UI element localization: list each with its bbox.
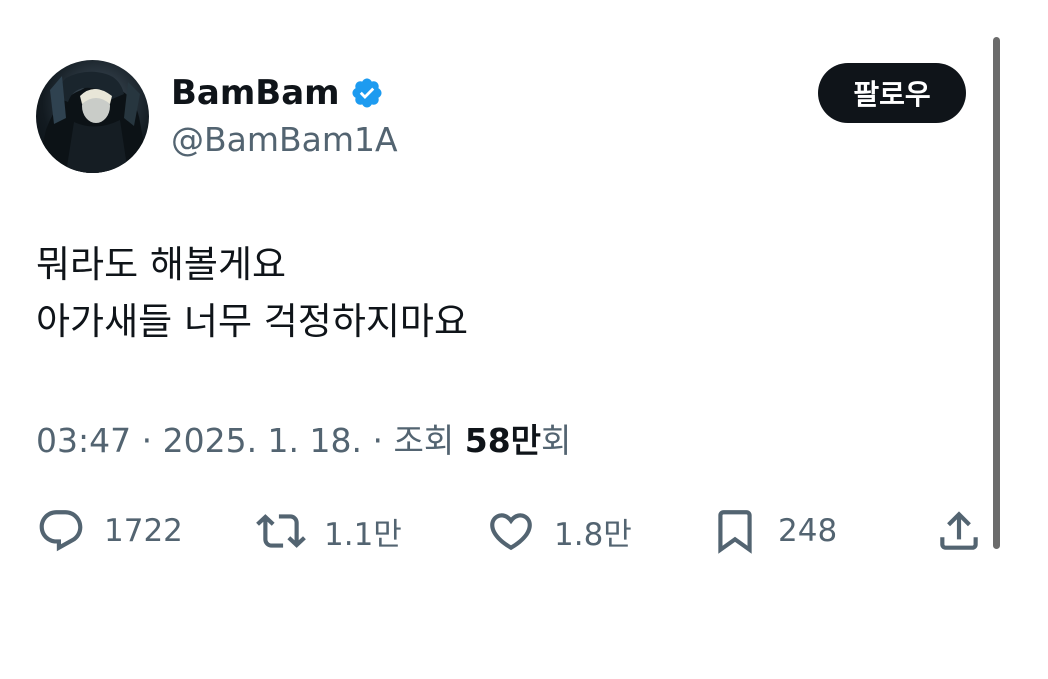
retweet-count: 1.1만 xyxy=(324,516,402,553)
bookmark-icon xyxy=(718,510,752,554)
avatar-photo xyxy=(36,71,149,173)
tweet-date[interactable]: 2025. 1. 18. xyxy=(163,421,362,460)
heart-icon xyxy=(490,513,532,551)
reply-button[interactable]: 1722 xyxy=(36,506,183,556)
tweet-line: 뭐라도 해볼게요 xyxy=(36,243,287,286)
tweet-time[interactable]: 03:47 xyxy=(36,421,131,460)
follow-button[interactable]: 팔로우 xyxy=(818,63,966,123)
retweet-button[interactable]: 1.1만 xyxy=(256,506,402,556)
author-display-name[interactable]: BamBam xyxy=(171,70,384,116)
views-label: 조회 xyxy=(393,421,455,460)
author-name-text: BamBam xyxy=(171,73,340,113)
verified-badge-icon xyxy=(352,78,382,108)
like-button[interactable]: 1.8만 xyxy=(486,506,632,556)
bookmark-count: 248 xyxy=(778,513,838,549)
scrollbar[interactable] xyxy=(993,37,1000,549)
tweet-text: 뭐라도 해볼게요 아가새들 너무 걱정하지마요 xyxy=(36,236,468,350)
tweet-page: BamBam @BamBam1A 팔로우 뭐라도 해볼게요 아가새들 너무 걱정… xyxy=(0,0,1048,679)
reply-count: 1722 xyxy=(104,513,183,549)
author-handle[interactable]: @BamBam1A xyxy=(171,118,398,162)
views-suffix: 회 xyxy=(541,421,572,460)
like-count: 1.8만 xyxy=(554,516,632,553)
meta-separator: · xyxy=(131,421,163,460)
views-count: 58만 xyxy=(464,421,542,460)
bookmark-button[interactable]: 248 xyxy=(710,506,837,556)
share-icon xyxy=(940,511,978,550)
share-button[interactable] xyxy=(934,506,984,556)
meta-separator: · xyxy=(362,421,394,460)
retweet-icon xyxy=(256,514,306,548)
tweet-meta: 03:47 · 2025. 1. 18. · 조회 58만회 xyxy=(36,418,571,464)
tweet-actions: 1722 1.1만 1.8만 248 xyxy=(36,506,986,556)
reply-icon xyxy=(39,510,83,552)
avatar[interactable] xyxy=(36,60,149,173)
tweet-line: 아가새들 너무 걱정하지마요 xyxy=(36,300,469,343)
